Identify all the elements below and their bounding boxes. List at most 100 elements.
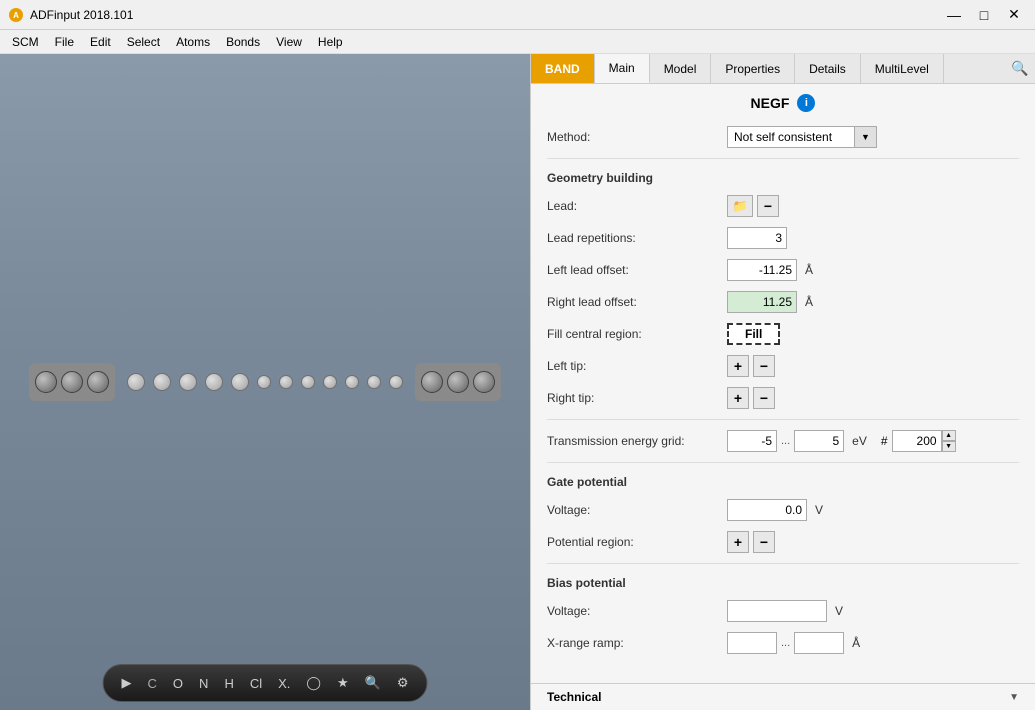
gate-region-remove-button[interactable]: − xyxy=(753,531,775,553)
menu-select[interactable]: Select xyxy=(119,33,168,51)
right-panel: BAND Main Model Properties Details Multi… xyxy=(530,54,1035,710)
transmission-control: ... eV # ▲ ▼ xyxy=(727,430,956,452)
star-button[interactable]: ★ xyxy=(333,673,353,693)
menu-help[interactable]: Help xyxy=(310,33,351,51)
right-lead-offset-input[interactable] xyxy=(727,291,797,313)
transmission-range-group: ... xyxy=(727,430,844,452)
lead-repetitions-row: Lead repetitions: xyxy=(547,225,1019,251)
menu-view[interactable]: View xyxy=(268,33,310,51)
transmission-from-input[interactable] xyxy=(727,430,777,452)
app-icon: A xyxy=(8,7,24,23)
right-lead-offset-row: Right lead offset: Å xyxy=(547,289,1019,315)
close-button[interactable]: ✕ xyxy=(1001,4,1027,26)
left-tip-control: + − xyxy=(727,355,775,377)
lead-atom xyxy=(447,371,469,393)
chain-atom xyxy=(127,373,145,391)
chain-atom xyxy=(389,375,403,389)
search-tool-button[interactable]: 🔍 xyxy=(361,673,385,693)
settings-tool-button[interactable]: ⚙ xyxy=(393,673,413,693)
menu-scm[interactable]: SCM xyxy=(4,33,47,51)
transmission-to-input[interactable] xyxy=(794,430,844,452)
dropdown-arrow-icon[interactable]: ▼ xyxy=(854,127,876,147)
left-lead-offset-control: Å xyxy=(727,259,813,281)
transmission-count-group: ▲ ▼ xyxy=(892,430,956,452)
atom-o-button[interactable]: O xyxy=(169,674,187,693)
transmission-label: Transmission energy grid: xyxy=(547,434,727,448)
gate-voltage-unit: V xyxy=(815,503,823,517)
lead-remove-button[interactable]: − xyxy=(757,195,779,217)
tab-properties[interactable]: Properties xyxy=(711,54,795,83)
bias-voltage-unit: V xyxy=(835,604,843,618)
main-container: ▶ C O N H Cl X. ◯ ★ 🔍 ⚙ BAND Main Model … xyxy=(0,54,1035,710)
tab-details[interactable]: Details xyxy=(795,54,861,83)
atom-h-button[interactable]: H xyxy=(220,674,237,693)
lead-control: 📁 − xyxy=(727,195,779,217)
tab-band[interactable]: BAND xyxy=(531,54,595,83)
gate-voltage-input[interactable] xyxy=(727,499,807,521)
transmission-row: Transmission energy grid: ... eV # ▲ ▼ xyxy=(547,428,1019,454)
cursor-tool-button[interactable]: ▶ xyxy=(118,673,136,693)
chain-atom xyxy=(323,375,337,389)
gate-potential-region-control: + − xyxy=(727,531,775,553)
content-area[interactable]: NEGF i Method: Not self consistent ▼ Geo… xyxy=(531,84,1035,683)
tab-model[interactable]: Model xyxy=(650,54,712,83)
atom-x-button[interactable]: X. xyxy=(274,674,294,693)
gate-voltage-label: Voltage: xyxy=(547,503,727,517)
left-lead-offset-input[interactable] xyxy=(727,259,797,281)
bias-voltage-control: V xyxy=(727,600,843,622)
lead-repetitions-input[interactable] xyxy=(727,227,787,249)
method-label: Method: xyxy=(547,130,727,144)
right-lead-offset-control: Å xyxy=(727,291,813,313)
atom-ring-button[interactable]: ◯ xyxy=(302,673,325,693)
menu-file[interactable]: File xyxy=(47,33,82,51)
tab-spacer xyxy=(944,54,1005,83)
xrange-from-input[interactable] xyxy=(727,632,777,654)
bias-xrange-row: X-range ramp: ... Å xyxy=(547,630,1019,656)
method-control: Not self consistent ▼ xyxy=(727,126,877,148)
transmission-count-down[interactable]: ▼ xyxy=(942,441,956,452)
bias-voltage-input[interactable] xyxy=(727,600,827,622)
right-lead-offset-unit: Å xyxy=(805,295,813,309)
window-title: ADFinput 2018.101 xyxy=(30,8,941,22)
right-tip-add-button[interactable]: + xyxy=(727,387,749,409)
section-title: NEGF i xyxy=(547,94,1019,112)
lead-file-button[interactable]: 📁 xyxy=(727,195,753,217)
info-button[interactable]: i xyxy=(797,94,815,112)
chain-atom xyxy=(301,375,315,389)
chain-atom xyxy=(279,375,293,389)
tab-main[interactable]: Main xyxy=(595,54,650,83)
maximize-button[interactable]: □ xyxy=(971,4,997,26)
technical-row[interactable]: Technical ▼ xyxy=(531,683,1035,710)
bias-xrange-unit: Å xyxy=(852,636,860,650)
method-dropdown[interactable]: Not self consistent ▼ xyxy=(727,126,877,148)
lead-row: Lead: 📁 − xyxy=(547,193,1019,219)
left-tip-remove-button[interactable]: − xyxy=(753,355,775,377)
tab-search-button[interactable]: 🔍 xyxy=(1005,54,1035,83)
fill-button[interactable]: Fill xyxy=(727,323,780,345)
tab-multilevel[interactable]: MultiLevel xyxy=(861,54,944,83)
chain-atom xyxy=(367,375,381,389)
xrange-to-input[interactable] xyxy=(794,632,844,654)
chevron-down-icon: ▼ xyxy=(1009,692,1019,703)
atom-cl-button[interactable]: Cl xyxy=(246,674,266,693)
transmission-count-input[interactable] xyxy=(892,430,942,452)
gate-region-add-button[interactable]: + xyxy=(727,531,749,553)
menu-bonds[interactable]: Bonds xyxy=(218,33,268,51)
method-value: Not self consistent xyxy=(728,130,854,144)
menu-edit[interactable]: Edit xyxy=(82,33,119,51)
atom-c-button[interactable]: C xyxy=(144,674,161,693)
transmission-hash: # xyxy=(881,434,888,448)
left-tip-row: Left tip: + − xyxy=(547,353,1019,379)
gate-potential-region-label: Potential region: xyxy=(547,535,727,549)
atom-n-button[interactable]: N xyxy=(195,674,212,693)
minimize-button[interactable]: — xyxy=(941,4,967,26)
transmission-unit: eV xyxy=(852,434,867,448)
window-controls: — □ ✕ xyxy=(941,4,1027,26)
left-tip-add-button[interactable]: + xyxy=(727,355,749,377)
right-tip-remove-button[interactable]: − xyxy=(753,387,775,409)
title-bar: A ADFinput 2018.101 — □ ✕ xyxy=(0,0,1035,30)
lead-label: Lead: xyxy=(547,199,727,213)
transmission-count-up[interactable]: ▲ xyxy=(942,430,956,441)
divider4 xyxy=(547,563,1019,564)
menu-atoms[interactable]: Atoms xyxy=(168,33,218,51)
